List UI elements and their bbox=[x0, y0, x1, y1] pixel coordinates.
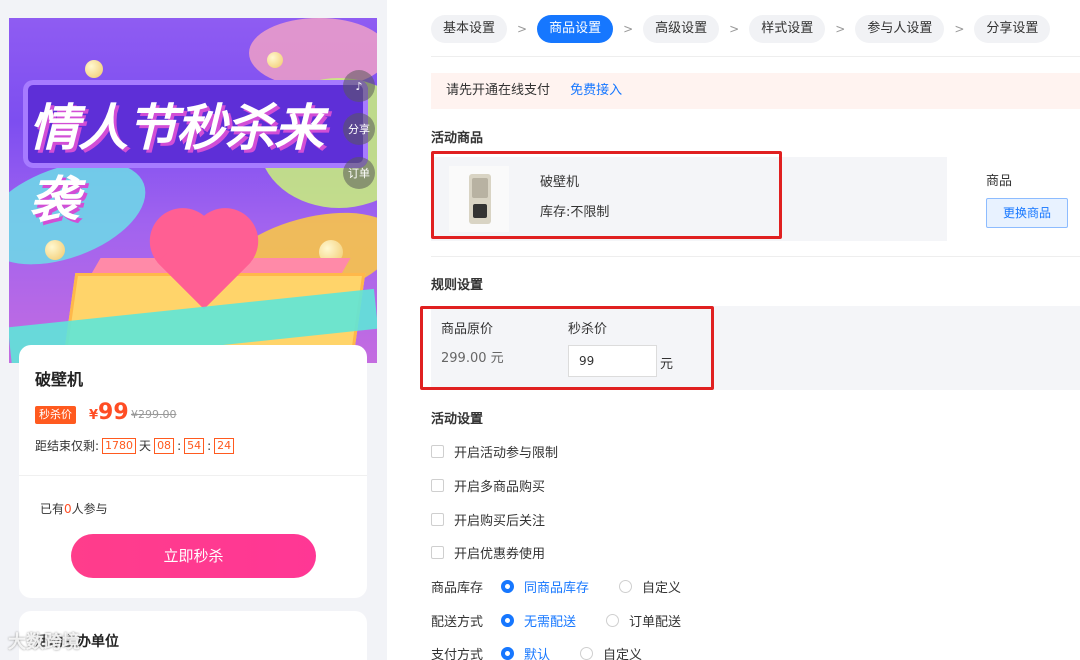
chevron-right-icon: > bbox=[835, 22, 846, 36]
radio-button[interactable] bbox=[501, 647, 514, 660]
original-price: ¥299.00 bbox=[131, 408, 177, 421]
radio-group-payment: 支付方式 默认 自定义 bbox=[431, 647, 643, 660]
flash-price-label: 秒杀价 bbox=[568, 322, 608, 337]
radio-group-stock: 商品库存 同商品库存 自定义 bbox=[431, 580, 682, 596]
buy-now-button[interactable]: 立即秒杀 bbox=[71, 534, 316, 578]
payment-notice: 请先开通在线支付 免费接入 bbox=[431, 73, 1080, 109]
share-button[interactable]: 分享 bbox=[343, 113, 375, 145]
checkbox[interactable] bbox=[431, 546, 444, 559]
orders-button[interactable]: 订单 bbox=[343, 157, 375, 189]
chevron-right-icon: > bbox=[729, 22, 740, 36]
section-activity-goods: 活动商品 bbox=[431, 131, 484, 146]
notice-text: 请先开通在线支付 bbox=[446, 83, 551, 98]
countdown-hours: 08 bbox=[154, 437, 175, 454]
poster-image: 情人节秒杀来袭 bbox=[9, 18, 377, 363]
product-card: 破壁机 秒杀价 ¥99 ¥299.00 距结束仅剩: 1780 天 08 : 5… bbox=[19, 345, 367, 598]
checkbox[interactable] bbox=[431, 445, 444, 458]
original-price-value: 299.00 元 bbox=[441, 351, 504, 366]
step-nav: 基本设置 > 商品设置 > 高级设置 > 样式设置 > 参与人设置 > 分享设置 bbox=[431, 15, 1051, 43]
radio-button[interactable] bbox=[580, 647, 594, 660]
radio-button[interactable] bbox=[619, 580, 633, 593]
mobile-preview: 情人节秒杀来袭 ♪ 分享 订单 破壁机 秒杀价 ¥99 ¥299.00 距结束仅… bbox=[0, 0, 387, 660]
goods-label: 商品 bbox=[986, 174, 1013, 189]
tab-share-settings[interactable]: 分享设置 bbox=[974, 15, 1051, 43]
checkbox-coupon[interactable]: 开启优惠券使用 bbox=[431, 543, 545, 562]
checkbox[interactable] bbox=[431, 479, 444, 492]
tab-basic-settings[interactable]: 基本设置 bbox=[431, 15, 508, 43]
tab-advanced-settings[interactable]: 高级设置 bbox=[643, 15, 720, 43]
chevron-right-icon: > bbox=[623, 22, 634, 36]
change-product-button[interactable]: 更换商品 bbox=[986, 198, 1068, 228]
heart-icon bbox=[144, 213, 264, 303]
section-activity-settings: 活动设置 bbox=[431, 412, 484, 427]
countdown-days: 1780 bbox=[102, 437, 137, 454]
tab-participant-settings[interactable]: 参与人设置 bbox=[855, 15, 945, 43]
flash-sale-tag: 秒杀价 bbox=[35, 406, 76, 424]
tab-product-settings[interactable]: 商品设置 bbox=[537, 15, 614, 43]
participant-count: 已有0人参与 bbox=[40, 502, 108, 516]
preview-product-title: 破壁机 bbox=[35, 370, 84, 389]
checkbox[interactable] bbox=[431, 513, 444, 526]
price-unit: 元 bbox=[660, 357, 674, 372]
countdown: 距结束仅剩: 1780 天 08 : 54 : 24 bbox=[35, 437, 237, 454]
checkbox-multi-product[interactable]: 开启多商品购买 bbox=[431, 476, 545, 495]
settings-panel: 基本设置 > 商品设置 > 高级设置 > 样式设置 > 参与人设置 > 分享设置… bbox=[407, 0, 1080, 660]
radio-button[interactable] bbox=[501, 614, 514, 627]
radio-button[interactable] bbox=[501, 580, 514, 593]
chevron-right-icon: > bbox=[954, 22, 965, 36]
flash-price-input[interactable] bbox=[568, 345, 657, 377]
radio-button[interactable] bbox=[606, 614, 620, 627]
flash-price: ¥99 bbox=[89, 400, 129, 425]
watermark: 大数跨境 bbox=[8, 632, 80, 653]
radio-group-delivery: 配送方式 无需配送 订单配送 bbox=[431, 614, 682, 630]
original-price-label: 商品原价 bbox=[441, 322, 494, 337]
highlight-frame bbox=[431, 151, 782, 239]
free-access-link[interactable]: 免费接入 bbox=[570, 83, 622, 98]
poster-title: 情人节秒杀来袭 bbox=[29, 99, 324, 229]
checkbox-follow-after-purchase[interactable]: 开启购买后关注 bbox=[431, 510, 545, 529]
section-rule-settings: 规则设置 bbox=[431, 278, 484, 293]
countdown-minutes: 54 bbox=[184, 437, 205, 454]
chevron-right-icon: > bbox=[517, 22, 528, 36]
countdown-seconds: 24 bbox=[214, 437, 235, 454]
music-button[interactable]: ♪ bbox=[343, 70, 375, 102]
tab-style-settings[interactable]: 样式设置 bbox=[749, 15, 826, 43]
checkbox-participation-limit[interactable]: 开启活动参与限制 bbox=[431, 442, 558, 461]
